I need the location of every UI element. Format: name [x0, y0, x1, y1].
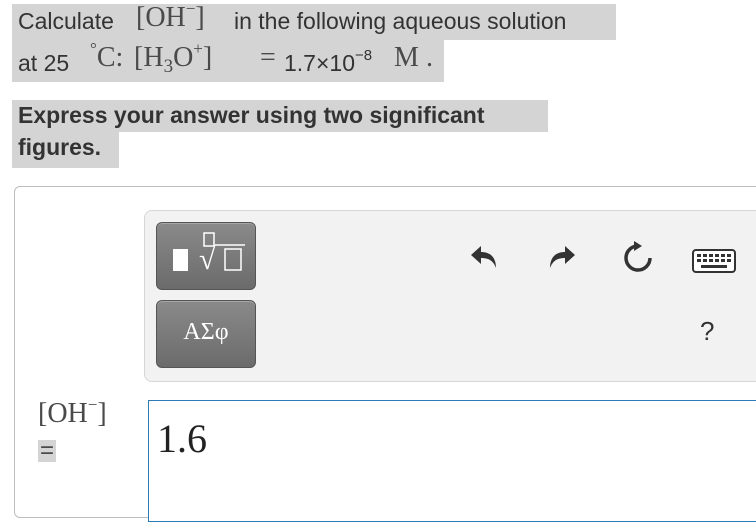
help-button[interactable]: ? [700, 316, 714, 347]
oh-ion: OH [145, 2, 186, 33]
hydronium-concentration: 1.7×10−8 [284, 47, 373, 76]
answer-input[interactable]: 1.6 [148, 400, 756, 522]
reset-icon[interactable] [620, 240, 656, 276]
instruction-line-2: figures. [12, 132, 119, 168]
oh-ion-charge: − [185, 0, 196, 18]
hydronium-bracket: [H3O+] [134, 39, 213, 77]
question-line-2: at 25 °C: [H3O+] = 1.7×10−8 M . [12, 39, 444, 82]
undo-icon[interactable] [468, 240, 502, 274]
keyboard-icon[interactable] [692, 248, 736, 274]
greek-symbols-label: ΑΣφ [183, 319, 229, 345]
instruction-line-1: Express your answer using two significan… [12, 100, 548, 132]
question-text-temp: at 25 [18, 50, 70, 76]
svg-text:√: √ [199, 243, 216, 276]
redo-icon[interactable] [544, 240, 578, 274]
templates-button[interactable]: √ [156, 222, 256, 290]
temperature-unit: °C: [90, 39, 124, 73]
instruction-text-2: figures. [18, 134, 102, 160]
answer-value: 1.6 [157, 416, 207, 461]
question-line-1: Calculate [OH−] in the following aqueous… [12, 0, 616, 40]
answer-equals-sign: = [38, 437, 57, 464]
instruction-text-1: Express your answer using two significan… [18, 102, 485, 128]
question-text-calculate: Calculate [18, 8, 114, 34]
symbols-button[interactable]: ΑΣφ [156, 300, 256, 368]
radical-template-icon: √ [173, 232, 245, 276]
molar-unit: M [394, 42, 419, 73]
question-text-rest: in the following aqueous solution [234, 8, 567, 34]
equals-sign: = [260, 42, 276, 73]
answer-variable-label: [OH−] [38, 395, 107, 429]
oh-ion-bracket: [OH−] [136, 0, 205, 33]
period: . [426, 42, 433, 73]
